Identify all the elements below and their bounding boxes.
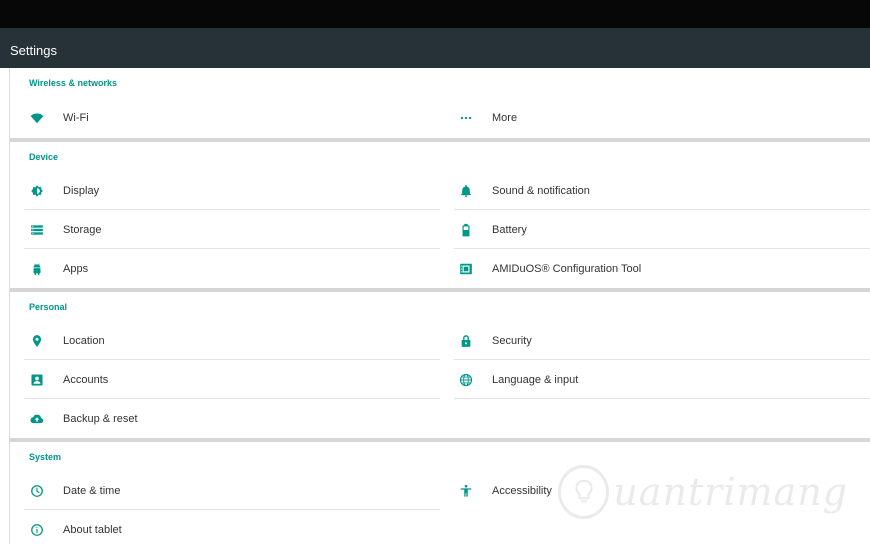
settings-item-accounts[interactable]: Accounts xyxy=(10,360,440,399)
settings-item-label: Storage xyxy=(63,223,102,236)
settings-item-label: Backup & reset xyxy=(63,412,138,425)
config-tool-icon xyxy=(459,262,473,276)
settings-item-backup-reset[interactable]: Backup & reset xyxy=(10,399,440,438)
settings-item-date-time[interactable]: Date & time xyxy=(10,471,440,510)
settings-item-sound-notification[interactable]: Sound & notification xyxy=(440,171,870,210)
settings-item-more[interactable]: More xyxy=(440,97,870,138)
settings-item-label: Date & time xyxy=(63,484,121,497)
storage-list-icon xyxy=(30,223,44,237)
wifi-icon xyxy=(30,111,44,125)
section-personal: Personal Location Security Accounts Lang… xyxy=(10,288,870,438)
section-header: Personal xyxy=(29,302,68,312)
settings-item-storage[interactable]: Storage xyxy=(10,210,440,249)
more-dots-icon xyxy=(459,111,473,125)
settings-item-label: Location xyxy=(63,334,105,347)
section-system: System Date & time Accessibility About t… xyxy=(10,438,870,544)
settings-item-label: Security xyxy=(492,334,532,347)
battery-icon xyxy=(459,223,473,237)
settings-item-label: Language & input xyxy=(492,373,579,386)
section-header: Device xyxy=(29,152,59,162)
lock-icon xyxy=(459,334,473,348)
settings-item-label: Wi-Fi xyxy=(63,111,89,124)
settings-item-security[interactable]: Security xyxy=(440,321,870,360)
settings-item-label: AMIDuOS® Configuration Tool xyxy=(492,262,642,275)
settings-item-battery[interactable]: Battery xyxy=(440,210,870,249)
settings-item-about-tablet[interactable]: About tablet xyxy=(10,510,440,544)
section-device: Device Display Sound & notification Stor… xyxy=(10,138,870,288)
cloud-upload-icon xyxy=(30,412,44,426)
settings-item-label: More xyxy=(492,111,518,124)
action-bar: Settings xyxy=(0,28,870,68)
accessibility-icon xyxy=(459,484,473,498)
brightness-icon xyxy=(30,184,44,198)
settings-item-label: Battery xyxy=(492,223,527,236)
settings-item-wifi[interactable]: Wi-Fi xyxy=(10,97,440,138)
settings-item-label: About tablet xyxy=(63,523,122,536)
account-box-icon xyxy=(30,373,44,387)
clock-icon xyxy=(30,484,44,498)
settings-item-label: Apps xyxy=(63,262,89,275)
location-pin-icon xyxy=(30,334,44,348)
settings-item-label: Accessibility xyxy=(492,484,552,497)
section-header: System xyxy=(29,452,62,462)
settings-item-display[interactable]: Display xyxy=(10,171,440,210)
settings-item-amiduos-config[interactable]: AMIDuOS® Configuration Tool xyxy=(440,249,870,288)
settings-item-language-input[interactable]: Language & input xyxy=(440,360,870,399)
settings-item-accessibility[interactable]: Accessibility xyxy=(440,471,870,510)
settings-item-label: Sound & notification xyxy=(492,184,590,197)
section-wireless-networks: Wireless & networks Wi-Fi More xyxy=(10,68,870,138)
empty-cell xyxy=(440,399,870,438)
settings-item-location[interactable]: Location xyxy=(10,321,440,360)
settings-list[interactable]: Wireless & networks Wi-Fi More Device Di… xyxy=(10,68,870,544)
android-icon xyxy=(30,262,44,276)
settings-item-apps[interactable]: Apps xyxy=(10,249,440,288)
bell-icon xyxy=(459,184,473,198)
settings-item-label: Accounts xyxy=(63,373,109,386)
section-header: Wireless & networks xyxy=(29,78,117,88)
status-bar xyxy=(0,0,870,28)
info-icon xyxy=(30,523,44,537)
settings-item-label: Display xyxy=(63,184,100,197)
globe-icon xyxy=(459,373,473,387)
page-title: Settings xyxy=(10,42,57,58)
left-edge-panel xyxy=(0,68,10,544)
